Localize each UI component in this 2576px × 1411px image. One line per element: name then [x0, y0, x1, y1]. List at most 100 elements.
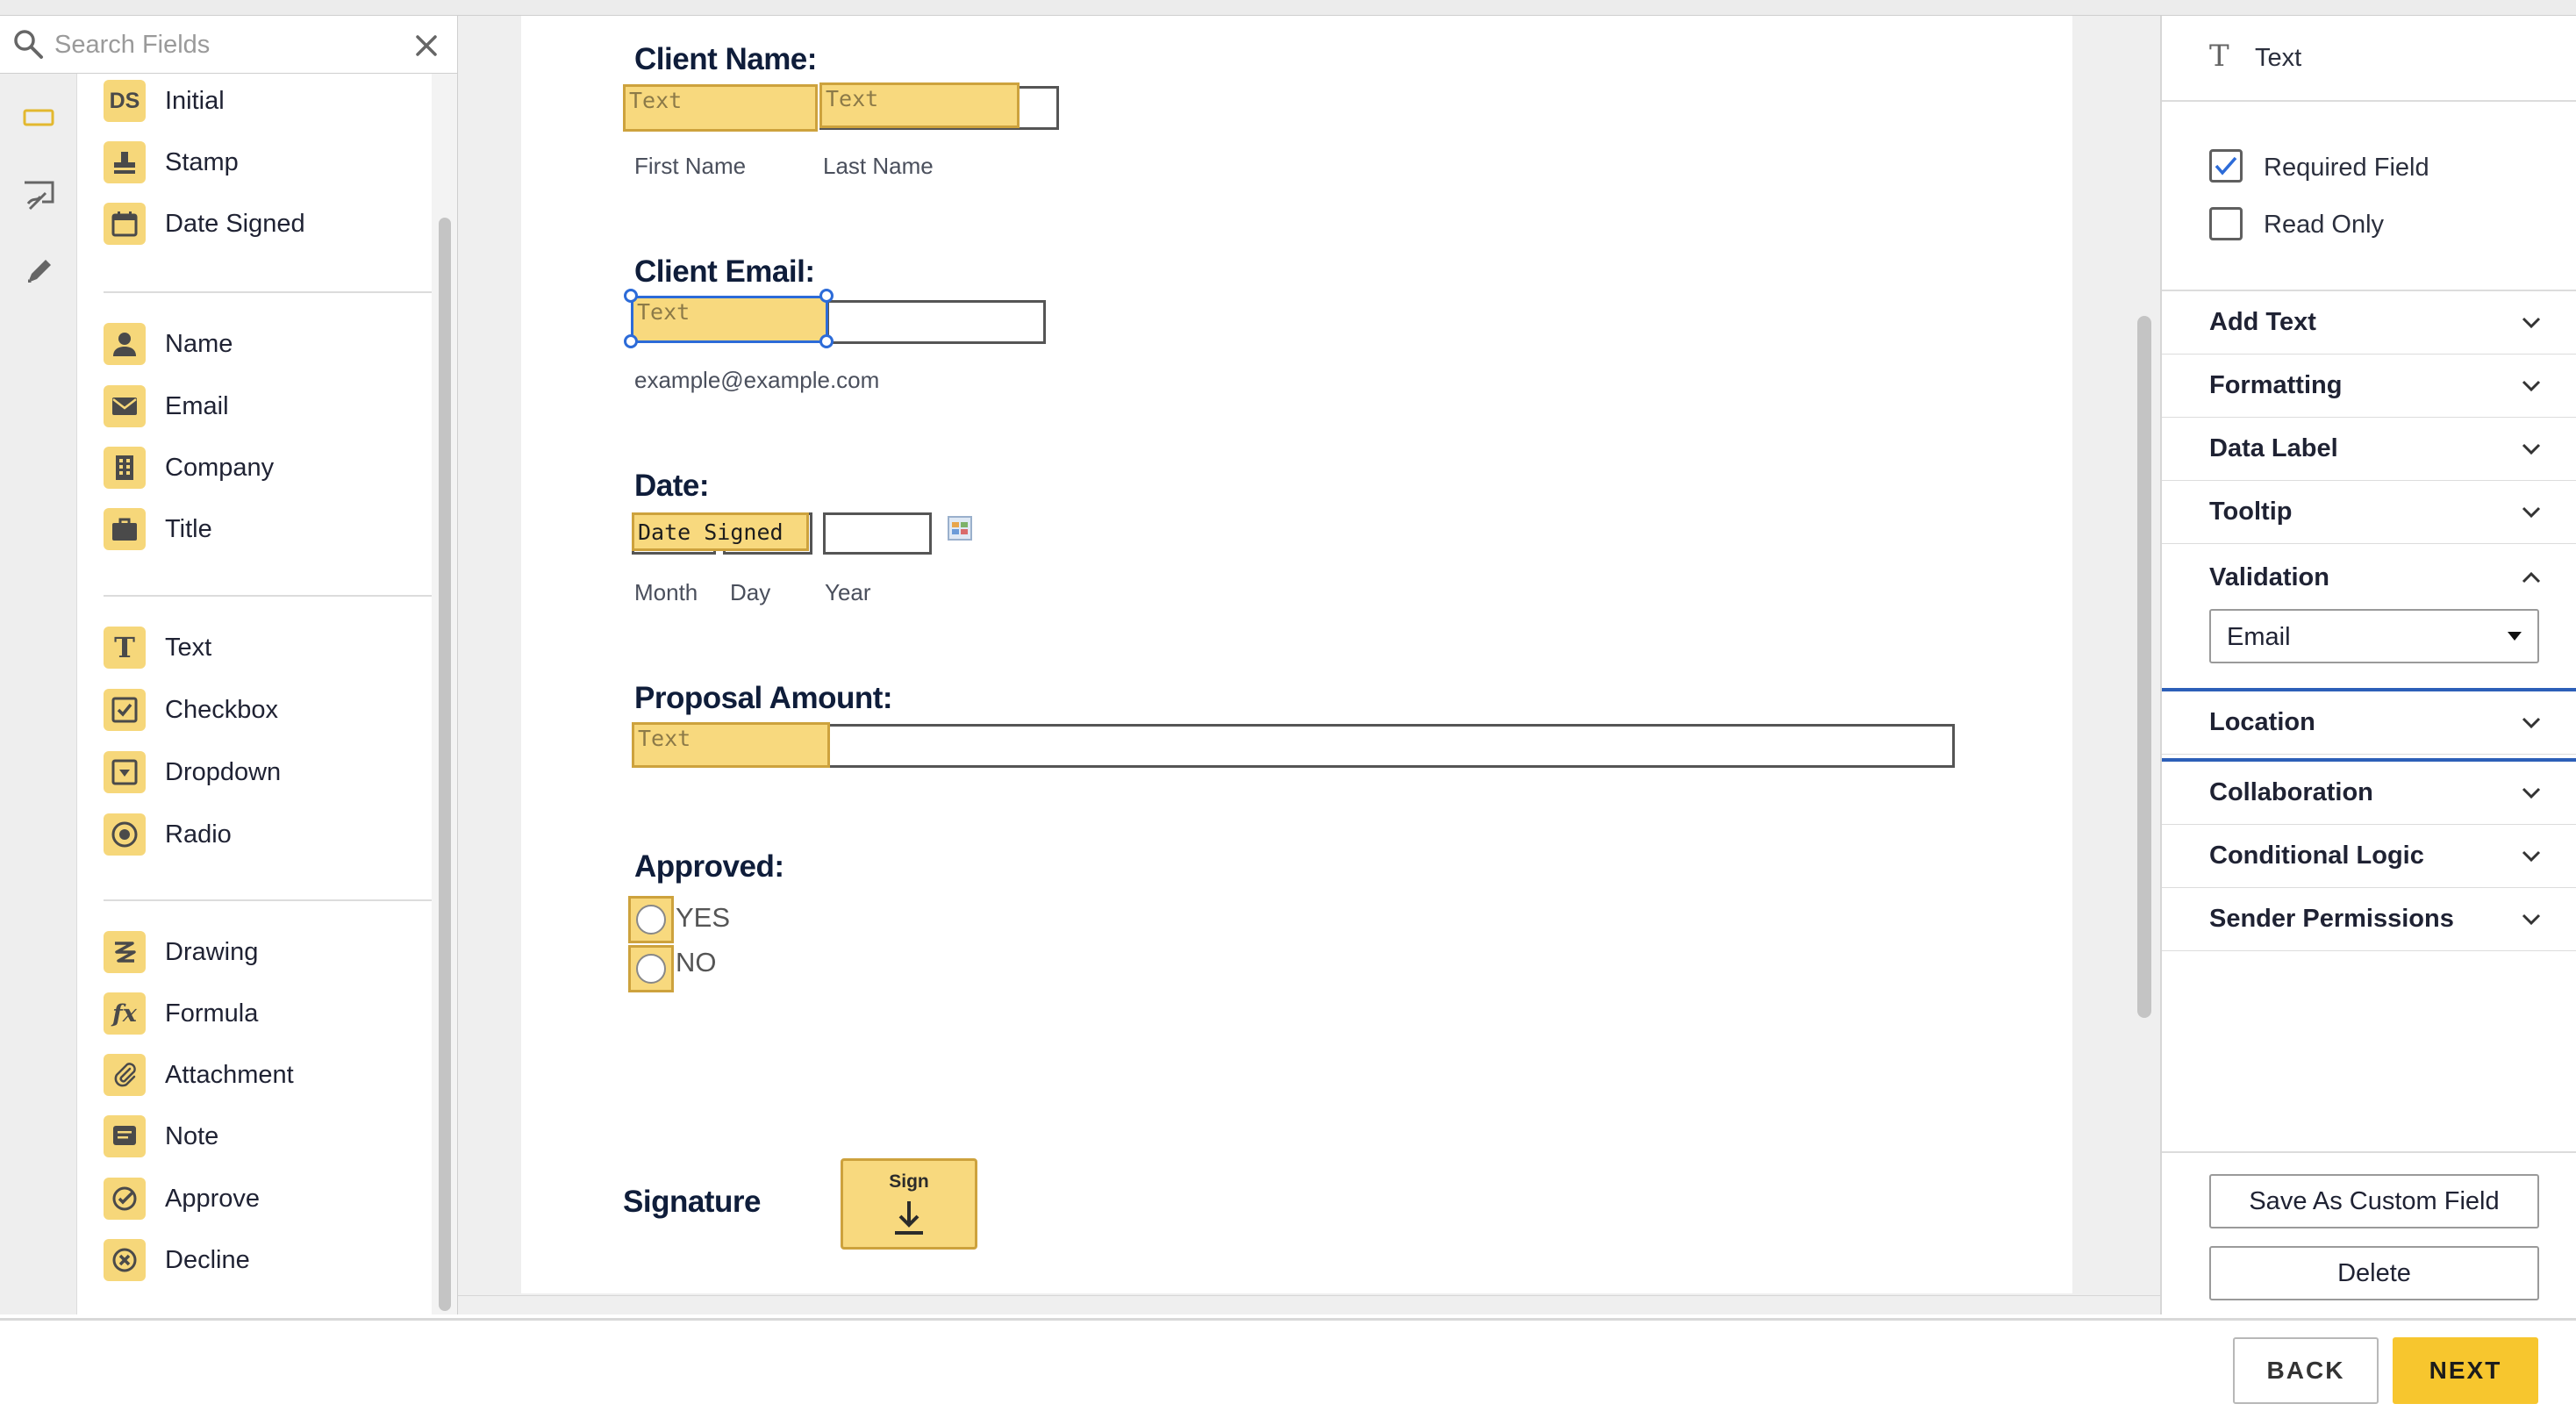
properties-panel: T Text Required Field Read Only Add Text… — [2160, 16, 2576, 1314]
resize-handle-top-left[interactable] — [624, 289, 638, 303]
proposal-amount-input-box[interactable] — [632, 724, 1955, 768]
palette-item-stamp[interactable]: Stamp — [104, 138, 239, 187]
section-data-label[interactable]: Data Label — [2162, 418, 2576, 481]
year-input-box[interactable] — [823, 512, 932, 555]
proposal-amount-heading: Proposal Amount: — [634, 681, 893, 715]
palette-item-checkbox[interactable]: Checkbox — [104, 685, 278, 734]
section-label: Tooltip — [2209, 498, 2293, 526]
palette-item-text[interactable]: T Text — [104, 623, 211, 672]
palette-item-label: Email — [165, 391, 229, 420]
briefcase-icon — [104, 508, 146, 550]
palette-item-formula[interactable]: fx Formula — [104, 989, 258, 1038]
rail-signature-button[interactable] — [18, 174, 60, 216]
chevron-down-icon — [2520, 312, 2543, 334]
resize-handle-bottom-left[interactable] — [624, 334, 638, 348]
palette-item-label: Checkbox — [165, 695, 278, 724]
palette-item-radio[interactable]: Radio — [104, 810, 232, 859]
section-formatting[interactable]: Formatting — [2162, 355, 2576, 418]
chevron-down-icon — [2520, 712, 2543, 734]
day-caption: Day — [730, 579, 771, 605]
palette-item-label: Dropdown — [165, 757, 282, 786]
email-hint: example@example.com — [634, 367, 880, 393]
palette-item-company[interactable]: Company — [104, 443, 274, 492]
palette-item-title[interactable]: Title — [104, 505, 212, 554]
palette-item-name[interactable]: Name — [104, 319, 233, 369]
radio-yes-label: YES — [676, 902, 731, 933]
palette-divider — [104, 899, 477, 901]
email-text-tag-selected[interactable]: Text — [631, 296, 828, 343]
rail-fields-button[interactable] — [18, 97, 60, 139]
approve-icon — [104, 1178, 146, 1220]
palette-scroll-thumb[interactable] — [439, 218, 451, 1311]
palette-item-label: Name — [165, 329, 233, 358]
document-page — [521, 16, 2072, 1293]
text-type-icon: T — [2209, 39, 2229, 74]
sign-field-tag[interactable]: Sign — [841, 1158, 977, 1250]
chevron-up-icon — [2520, 566, 2543, 589]
save-as-custom-field-button[interactable]: Save As Custom Field — [2209, 1174, 2539, 1228]
palette-item-attachment[interactable]: Attachment — [104, 1050, 294, 1099]
calendar-picker-icon[interactable] — [948, 516, 972, 541]
first-name-text-tag[interactable]: Text — [623, 84, 818, 132]
palette-item-date-signed[interactable]: Date Signed — [104, 199, 305, 248]
month-caption: Month — [634, 579, 698, 605]
palette-item-note[interactable]: Note — [104, 1112, 218, 1161]
proposal-text-tag[interactable]: Text — [632, 722, 830, 768]
palette-item-decline[interactable]: Decline — [104, 1236, 250, 1285]
section-location[interactable]: Location — [2162, 691, 2576, 755]
calendar-icon — [104, 203, 146, 245]
section-label: Sender Permissions — [2209, 905, 2454, 933]
radio-no[interactable] — [628, 945, 674, 992]
clear-search-icon[interactable] — [414, 33, 439, 58]
section-conditional-logic[interactable]: Conditional Logic — [2162, 825, 2576, 888]
section-collaboration[interactable]: Collaboration — [2162, 762, 2576, 825]
radio-yes[interactable] — [628, 896, 674, 943]
last-name-caption: Last Name — [823, 153, 934, 179]
palette-list: DS Initial Stamp Date Signed Name Email … — [77, 74, 477, 1314]
validation-select[interactable]: Email — [2209, 609, 2539, 663]
last-name-text-tag[interactable]: Text — [819, 82, 1020, 128]
search-icon — [14, 30, 43, 59]
palette-item-label: Company — [165, 453, 275, 482]
panel-header: T Text — [2162, 16, 2576, 102]
palette-item-dropdown[interactable]: Dropdown — [104, 748, 281, 797]
section-validation[interactable]: Validation — [2162, 546, 2576, 609]
rail-draw-button[interactable] — [18, 251, 60, 293]
section-label: Add Text — [2209, 308, 2316, 336]
download-arrow-icon — [895, 1201, 923, 1235]
read-only-checkbox[interactable] — [2209, 207, 2243, 240]
section-label: Location — [2209, 708, 2315, 736]
decline-icon — [104, 1239, 146, 1281]
search-input[interactable] — [54, 28, 405, 61]
validation-select-value: Email — [2227, 623, 2291, 651]
palette-item-approve[interactable]: Approve — [104, 1174, 260, 1223]
field-icon — [23, 109, 54, 126]
palette-divider — [104, 291, 477, 293]
delete-field-button[interactable]: Delete — [2209, 1246, 2539, 1300]
palette-item-label: Attachment — [165, 1060, 294, 1089]
section-sender-permissions[interactable]: Sender Permissions — [2162, 888, 2576, 951]
required-field-checkbox[interactable] — [2209, 149, 2243, 183]
palette-item-label: Title — [165, 514, 212, 543]
panel-divider — [2162, 1151, 2576, 1153]
resize-handle-bottom-right[interactable] — [819, 334, 834, 348]
top-strip — [0, 0, 2576, 16]
next-button[interactable]: NEXT — [2393, 1337, 2538, 1404]
first-name-caption: First Name — [634, 153, 747, 179]
section-label: Validation — [2209, 562, 2329, 591]
back-button[interactable]: BACK — [2233, 1337, 2379, 1404]
date-signed-tag[interactable]: Date Signed — [632, 512, 809, 551]
chevron-down-icon — [2520, 438, 2543, 461]
email-input-box[interactable] — [826, 300, 1046, 344]
palette-item-email[interactable]: Email — [104, 382, 229, 431]
chevron-down-icon — [2520, 501, 2543, 524]
section-tooltip[interactable]: Tooltip — [2162, 481, 2576, 544]
section-add-text[interactable]: Add Text — [2162, 291, 2576, 355]
resize-handle-top-right[interactable] — [819, 289, 834, 303]
section-label: Collaboration — [2209, 778, 2373, 806]
palette-item-drawing[interactable]: Drawing — [104, 928, 258, 977]
radio-no-label: NO — [676, 947, 717, 978]
canvas-scroll-thumb[interactable] — [2137, 316, 2151, 1018]
initial-icon: DS — [104, 80, 146, 122]
palette-item-initial[interactable]: DS Initial — [104, 76, 225, 125]
